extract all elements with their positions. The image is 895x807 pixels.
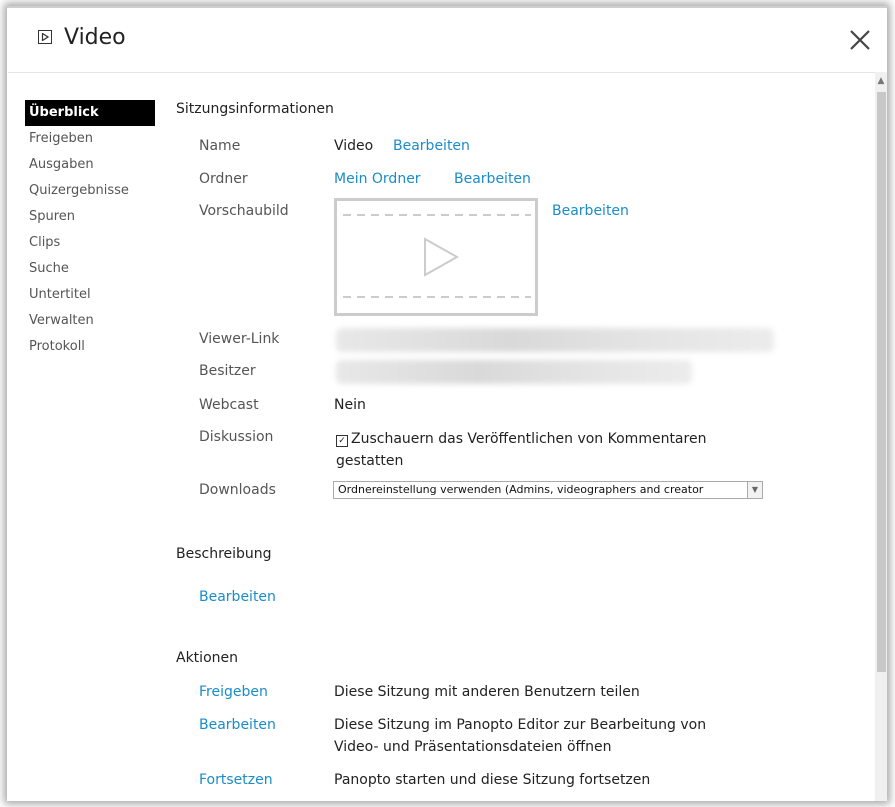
sidebar-item-freigeben[interactable]: Freigeben xyxy=(27,126,157,152)
owner-label: Besitzer xyxy=(199,363,256,379)
sidebar-item-spuren[interactable]: Spuren xyxy=(27,204,157,230)
dialog-header: Video xyxy=(8,8,886,73)
sidebar-item-verwalten[interactable]: Verwalten xyxy=(27,308,157,334)
sidebar-item-untertitel[interactable]: Untertitel xyxy=(27,282,157,308)
downloads-selected-value: Ordnereinstellung verwenden (Admins, vid… xyxy=(338,483,704,496)
viewer-link-redacted xyxy=(336,328,774,352)
sidebar-item-quizergebnisse[interactable]: Quizergebnisse xyxy=(27,178,157,204)
actions-heading: Aktionen xyxy=(176,650,238,666)
description-heading: Beschreibung xyxy=(176,546,272,562)
video-placeholder-icon xyxy=(343,214,531,298)
sidebar-item-suche[interactable]: Suche xyxy=(27,256,157,282)
discussion-option: ✓ Zuschauern das Veröffentlichen von Komm… xyxy=(336,428,756,472)
close-icon[interactable] xyxy=(846,26,874,54)
thumbnail-label: Vorschaubild xyxy=(199,203,289,219)
discussion-label: Diskussion xyxy=(199,429,274,445)
name-label: Name xyxy=(199,138,241,154)
webcast-value: Nein xyxy=(334,397,366,413)
action-edit-desc: Diese Sitzung im Panopto Editor zur Bear… xyxy=(334,717,707,755)
downloads-select[interactable]: Ordnereinstellung verwenden (Admins, vid… xyxy=(333,481,763,499)
owner-redacted xyxy=(336,360,692,384)
session-info-heading: Sitzungsinformationen xyxy=(176,101,334,117)
scrollbar-thumb[interactable] xyxy=(877,92,886,672)
dialog-title: Video xyxy=(64,25,126,50)
webcast-label: Webcast xyxy=(199,397,259,413)
downloads-label: Downloads xyxy=(199,482,276,498)
action-edit-link[interactable]: Bearbeiten xyxy=(199,717,276,733)
folder-link[interactable]: Mein Ordner xyxy=(334,171,421,187)
folder-label: Ordner xyxy=(199,171,248,187)
thumbnail-placeholder xyxy=(334,198,538,316)
description-edit-link[interactable]: Bearbeiten xyxy=(199,589,276,605)
action-continue-link[interactable]: Fortsetzen xyxy=(199,772,273,788)
sidebar-nav: Überblick Freigeben Ausgaben Quizergebni… xyxy=(25,100,157,360)
action-continue-desc: Panopto starten und diese Sitzung fortse… xyxy=(334,772,651,788)
viewer-link-label: Viewer-Link xyxy=(199,331,280,347)
name-value: Video xyxy=(334,138,374,154)
folder-edit-link[interactable]: Bearbeiten xyxy=(454,171,531,187)
action-share-link[interactable]: Freigeben xyxy=(199,684,268,700)
thumbnail-edit-link[interactable]: Bearbeiten xyxy=(552,203,629,219)
sidebar-item-ausgaben[interactable]: Ausgaben xyxy=(27,152,157,178)
sidebar-item-ueberblick[interactable]: Überblick xyxy=(25,100,155,126)
play-box-icon xyxy=(38,30,52,44)
name-edit-link[interactable]: Bearbeiten xyxy=(393,138,470,154)
discussion-checkbox-text: Zuschauern das Veröffentlichen von Komme… xyxy=(336,431,707,469)
discussion-checkbox[interactable]: ✓ xyxy=(336,435,348,447)
chevron-down-icon[interactable]: ▼ xyxy=(747,482,762,498)
sidebar-item-clips[interactable]: Clips xyxy=(27,230,157,256)
sidebar-item-protokoll[interactable]: Protokoll xyxy=(27,334,157,360)
action-share-desc: Diese Sitzung mit anderen Benutzern teil… xyxy=(334,684,640,700)
scroll-up-arrow-icon[interactable]: ▲ xyxy=(875,74,887,88)
